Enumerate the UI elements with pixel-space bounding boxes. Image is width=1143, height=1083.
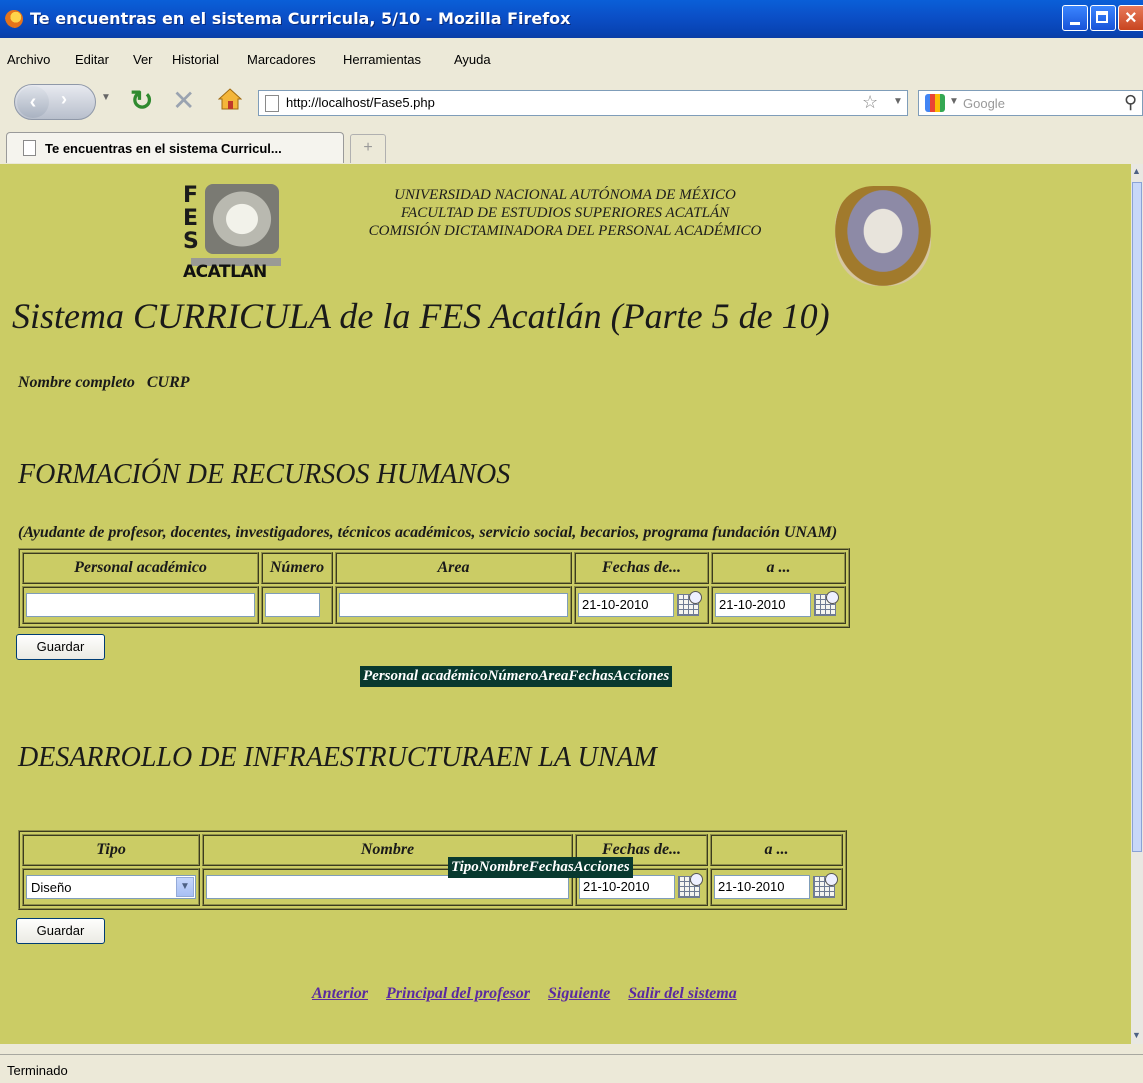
section2-form: Tipo Nombre Fechas de... a ... Diseño ▼ …	[18, 830, 847, 910]
menu-ver[interactable]: Ver	[133, 52, 153, 67]
page-icon	[265, 95, 279, 112]
header-tipo: Tipo	[22, 834, 200, 866]
person-nombre: Nombre completo	[18, 374, 135, 391]
menu-archivo[interactable]: Archivo	[7, 52, 50, 67]
bookmark-star-icon[interactable]: ☆	[862, 92, 878, 113]
link-siguiente[interactable]: Siguiente	[548, 985, 610, 1002]
person-curp: CURP	[146, 374, 190, 391]
unam-crest-gray-icon	[205, 184, 279, 254]
logo-text: ACATLAN	[183, 262, 267, 282]
header-numero: Número	[261, 552, 333, 584]
menu-historial[interactable]: Historial	[172, 52, 219, 67]
status-text: Terminado	[7, 1063, 68, 1078]
section1-results-header: Personal académicoNúmeroAreaFechasAccion…	[360, 666, 673, 687]
calendar-icon[interactable]	[814, 591, 839, 616]
header-area: Area	[335, 552, 572, 584]
status-bar: Terminado	[0, 1054, 1143, 1083]
institution-header: UNIVERSIDAD NACIONAL AUTÓNOMA DE MÉXICO …	[325, 186, 805, 240]
footer-links: Anterior Principal del profesor Siguient…	[312, 985, 751, 1003]
tipo-select[interactable]: Diseño ▼	[26, 875, 196, 899]
personal-academico-input[interactable]	[26, 593, 255, 617]
reload-icon[interactable]: ↻	[130, 84, 153, 117]
header-line-faculty: FACULTAD DE ESTUDIOS SUPERIORES ACATLÁN	[400, 205, 730, 221]
section2-title: DESARROLLO DE INFRAESTRUCTURAEN LA UNAM	[18, 742, 657, 773]
area-input[interactable]	[339, 593, 568, 617]
maximize-button[interactable]	[1090, 5, 1116, 31]
window-titlebar: Te encuentras en el sistema Curricula, 5…	[0, 0, 1143, 38]
fecha-de-input[interactable]: 21-10-2010	[579, 875, 675, 899]
url-dropdown-icon[interactable]: ▼	[893, 96, 903, 107]
page-title: Sistema CURRICULA de la FES Acatlán (Par…	[12, 296, 830, 336]
logo-letter-s: S	[183, 229, 199, 254]
minimize-button[interactable]	[1062, 5, 1088, 31]
url-text[interactable]: http://localhost/Fase5.php	[286, 95, 435, 110]
new-tab-button[interactable]: +	[350, 134, 386, 163]
section1-subtitle: (Ayudante de profesor, docentes, investi…	[18, 524, 838, 541]
header-line-university: UNIVERSIDAD NACIONAL AUTÓNOMA DE MÉXICO	[394, 187, 736, 203]
nombre-input[interactable]	[206, 875, 569, 899]
search-icon[interactable]: ⚲	[1124, 92, 1137, 113]
link-salir[interactable]: Salir del sistema	[628, 985, 736, 1002]
vertical-scrollbar[interactable]: ▲ ▼	[1131, 164, 1143, 1044]
engine-dropdown-icon[interactable]: ▼	[949, 96, 959, 107]
scroll-down-icon[interactable]: ▼	[1132, 1030, 1141, 1040]
home-icon[interactable]	[218, 88, 242, 110]
scroll-up-icon[interactable]: ▲	[1132, 166, 1141, 176]
tab-strip: Te encuentras en el sistema Curricul... …	[0, 128, 1143, 165]
fecha-a-input[interactable]: 21-10-2010	[715, 593, 811, 617]
close-icon: ×	[1125, 7, 1137, 29]
google-icon[interactable]	[925, 94, 945, 112]
section1-title: FORMACIÓN DE RECURSOS HUMANOS	[18, 459, 511, 490]
guardar-button-1[interactable]: Guardar	[16, 634, 105, 660]
window-title: Te encuentras en el sistema Curricula, 5…	[30, 9, 571, 28]
guardar-button-2[interactable]: Guardar	[16, 918, 105, 944]
calendar-icon[interactable]	[813, 873, 838, 898]
calendar-icon[interactable]	[678, 873, 703, 898]
header-personal: Personal académico	[22, 552, 259, 584]
menu-bar: Archivo Editar Ver Historial Marcadores …	[0, 44, 1143, 72]
unam-crest-icon	[835, 186, 931, 286]
header-line-commission: COMISIÓN DICTAMINADORA DEL PERSONAL ACAD…	[368, 223, 762, 239]
stop-icon[interactable]: ✕	[172, 84, 195, 117]
menu-marcadores[interactable]: Marcadores	[247, 52, 316, 67]
back-icon[interactable]: ‹	[17, 86, 49, 118]
menu-herramientas[interactable]: Herramientas	[343, 52, 421, 67]
url-bar[interactable]: http://localhost/Fase5.php ☆ ▼	[258, 90, 908, 116]
history-dropdown-icon[interactable]: ▼	[101, 92, 111, 103]
navigation-toolbar: ‹ › ▼ ↻ ✕ http://localhost/Fase5.php ☆ ▼…	[0, 78, 1143, 124]
link-anterior[interactable]: Anterior	[312, 985, 368, 1002]
person-info: Nombre completo CURP	[18, 374, 190, 392]
logo-letter-f: F	[183, 183, 199, 208]
section2-results-header: TipoNombreFechasAcciones	[448, 857, 633, 878]
firefox-icon	[5, 10, 23, 28]
tab-label[interactable]: Te encuentras en el sistema Curricul...	[45, 141, 282, 156]
forward-icon[interactable]: ›	[61, 89, 67, 110]
search-placeholder[interactable]: Google	[963, 96, 1005, 111]
link-principal[interactable]: Principal del profesor	[386, 985, 530, 1002]
calendar-icon[interactable]	[677, 591, 702, 616]
menu-ayuda[interactable]: Ayuda	[454, 52, 491, 67]
menu-editar[interactable]: Editar	[75, 52, 109, 67]
header-a: a ...	[711, 552, 846, 584]
logo-letter-e: E	[183, 206, 199, 231]
close-button[interactable]: ×	[1118, 5, 1143, 31]
back-forward-group: ‹ ›	[14, 84, 96, 120]
numero-input[interactable]	[265, 593, 320, 617]
fes-letters: F E S	[183, 184, 205, 253]
page-icon	[23, 140, 36, 156]
header-a: a ...	[710, 834, 843, 866]
section1-form: Personal académico Número Area Fechas de…	[18, 548, 850, 628]
tab-active[interactable]: Te encuentras en el sistema Curricul...	[6, 132, 344, 163]
page-content: F E S ACATLAN UNIVERSIDAD NACIONAL AUTÓN…	[0, 164, 1131, 1044]
fecha-de-input[interactable]: 21-10-2010	[578, 593, 674, 617]
header-fechas-de: Fechas de...	[574, 552, 709, 584]
search-box[interactable]: ▼ Google ⚲	[918, 90, 1143, 116]
scroll-thumb[interactable]	[1132, 182, 1142, 852]
chevron-down-icon[interactable]: ▼	[176, 877, 194, 897]
tipo-selected-value[interactable]: Diseño	[31, 880, 71, 895]
fes-acatlan-logo: F E S ACATLAN	[183, 184, 285, 282]
fecha-a-input[interactable]: 21-10-2010	[714, 875, 810, 899]
